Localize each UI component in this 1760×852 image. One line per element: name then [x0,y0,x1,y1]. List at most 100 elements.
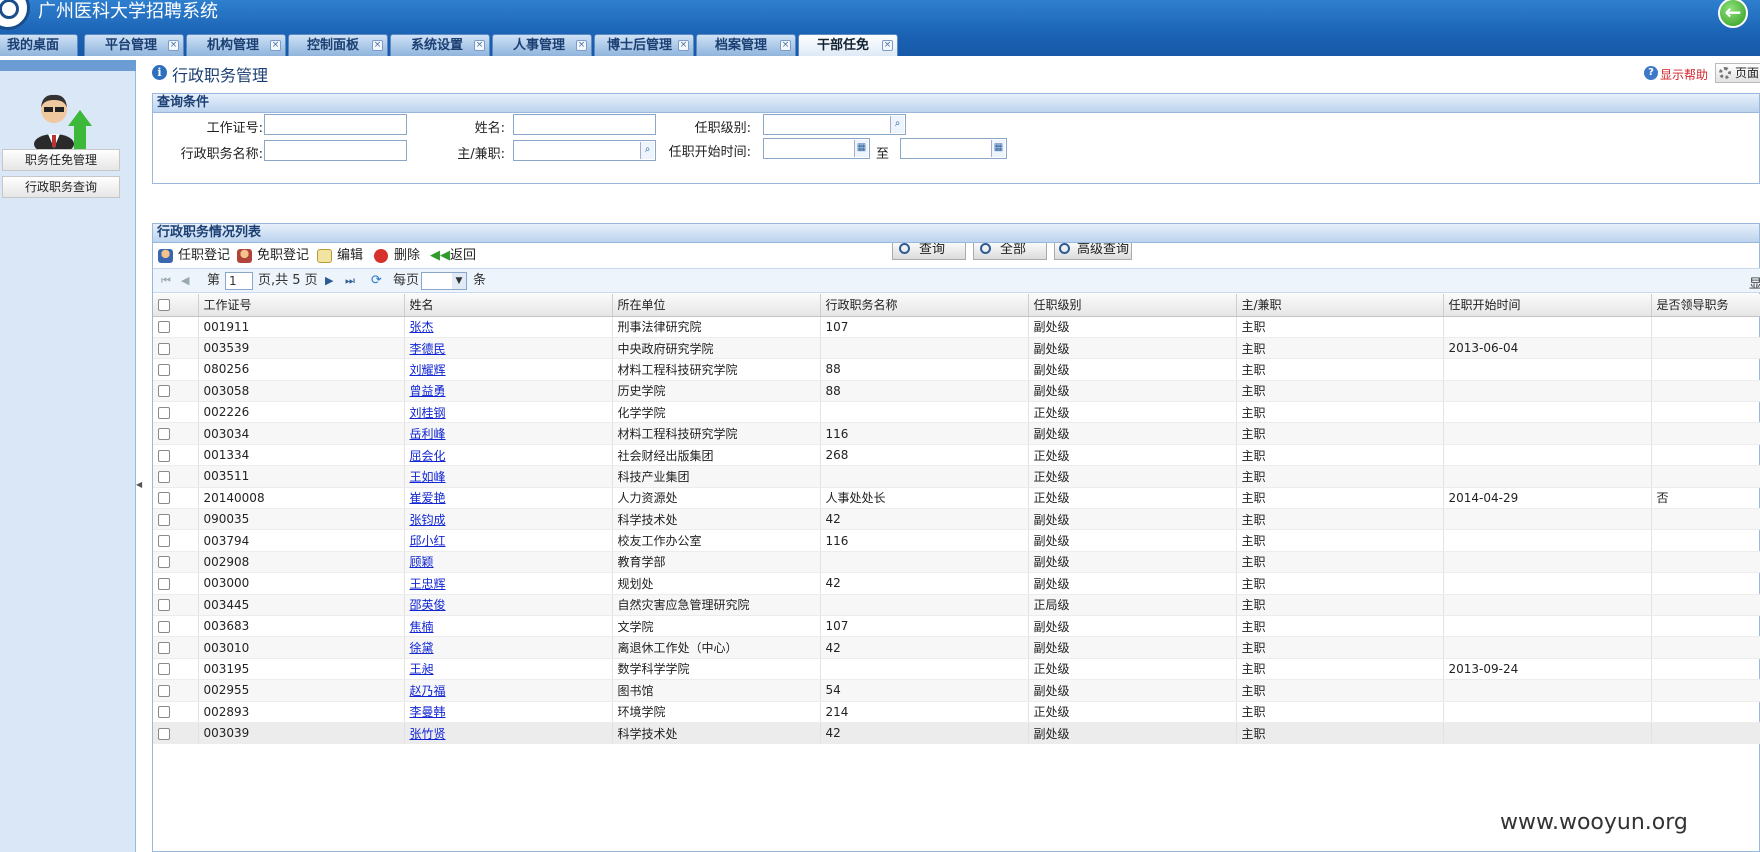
table-row[interactable]: 003794 邱小红 校友工作办公室 116 副处级 主职 [153,529,1760,552]
sidebar-item-appointment-management[interactable]: 职务任免管理 [2,149,120,171]
row-checkbox[interactable] [158,342,170,355]
table-row[interactable]: 002908 顾颖 教育学部 副处级 主职 [153,551,1760,574]
column-header[interactable]: 任职级别 [1028,294,1237,317]
start-time-to-input[interactable]: ▦ [900,138,1007,159]
tab-desktop[interactable]: 我的桌面 [0,34,78,56]
column-header[interactable]: 所在单位 [612,294,821,317]
table-row[interactable]: 003034 岳利峰 材料工程科技研究学院 116 副处级 主职 [153,422,1760,445]
page-number-input[interactable]: 1 [225,272,253,290]
row-checkbox[interactable] [158,663,170,676]
table-row[interactable]: 001911 张杰 刑事法律研究院 107 副处级 主职 [153,316,1760,338]
person-name-link[interactable]: 王如峰 [410,470,446,484]
column-header[interactable]: 行政职务名称 [820,294,1029,317]
table-row[interactable]: 003039 张竹贤 科学技术处 42 副处级 主职 [153,722,1760,745]
delete-button[interactable]: 删除 [374,247,420,265]
table-row[interactable]: 002893 李曼韩 环境学院 214 正处级 主职 [153,701,1760,723]
table-row[interactable]: 002226 刘桂钢 化学学院 正处级 主职 [153,401,1760,424]
show-help-link[interactable]: 显示帮助 [1660,66,1708,83]
row-checkbox[interactable] [158,406,170,419]
appoint-register-button[interactable]: 任职登记 [158,247,230,265]
tab-control-panel[interactable]: 控制面板 × [288,34,388,56]
row-checkbox[interactable] [158,492,170,505]
tab-platform[interactable]: 平台管理 × [84,34,184,56]
row-checkbox[interactable] [158,449,170,462]
person-name-link[interactable]: 岳利峰 [410,427,446,441]
column-header[interactable]: 姓名 [404,294,613,317]
person-name-link[interactable]: 顾颖 [410,555,434,569]
table-row[interactable]: 20140008 崔爱艳 人力资源处 人事处处长 正处级 主职 2014-04-29 否 [153,487,1760,510]
table-row[interactable]: 002955 赵乃福 图书馆 54 副处级 主职 [153,679,1760,702]
table-row[interactable]: 090035 张钧成 科学技术处 42 副处级 主职 [153,508,1760,531]
row-checkbox[interactable] [158,556,170,569]
table-row[interactable]: 003195 王昶 数学科学学院 正处级 主职 2013-09-24 [153,658,1760,681]
person-name-link[interactable]: 王忠辉 [410,577,446,591]
page-size-select[interactable]: ▼ [421,272,467,290]
close-icon[interactable]: × [474,40,485,51]
row-checkbox[interactable] [158,642,170,655]
person-name-link[interactable]: 刘桂钢 [410,406,446,420]
close-icon[interactable]: × [372,40,383,51]
dismiss-register-button[interactable]: 免职登记 [237,247,309,265]
close-icon[interactable]: × [678,40,689,51]
back-arrow-icon[interactable]: ← [1718,0,1748,28]
main-part-input[interactable]: ⌕ [513,140,656,161]
row-checkbox[interactable] [158,620,170,633]
person-name-link[interactable]: 屈会化 [410,449,446,463]
calendar-icon[interactable]: ▦ [991,140,1005,157]
column-header[interactable]: 是否领导职务 [1651,294,1760,317]
sidebar-item-post-query[interactable]: 行政职务查询 [2,176,120,198]
person-name-link[interactable]: 焦楠 [410,620,434,634]
person-name-link[interactable]: 刘耀辉 [410,363,446,377]
close-icon[interactable]: × [882,40,893,51]
table-row[interactable]: 003511 王如峰 科技产业集团 正处级 主职 [153,465,1760,488]
refresh-icon[interactable]: ⟳ [371,274,383,287]
row-checkbox[interactable] [158,321,170,334]
column-header[interactable]: 主/兼职 [1236,294,1444,317]
column-header[interactable]: 任职开始时间 [1443,294,1652,317]
column-header[interactable]: 工作证号 [198,294,405,317]
page-settings-button[interactable]: 页面 [1715,63,1760,83]
return-button[interactable]: ◀◀ 返回 [430,247,476,265]
table-row[interactable]: 001334 屈会化 社会财经出版集团 268 正处级 主职 [153,444,1760,467]
person-name-link[interactable]: 邵英俊 [410,598,446,612]
close-icon[interactable]: × [270,40,281,51]
start-time-from-input[interactable]: ▦ [763,138,870,159]
row-checkbox[interactable] [158,706,170,719]
table-row[interactable]: 003539 李德民 中央政府研究学院 副处级 主职 2013-06-04 [153,337,1760,360]
table-row[interactable]: 003058 曾益勇 历史学院 88 副处级 主职 [153,380,1760,403]
person-name-link[interactable]: 张杰 [410,320,434,334]
row-checkbox[interactable] [158,428,170,441]
person-name-link[interactable]: 曾益勇 [410,384,446,398]
table-row[interactable]: 080256 刘耀辉 材料工程科技研究学院 88 副处级 主职 [153,358,1760,381]
rank-input[interactable]: ⌕ [763,114,906,135]
person-name-link[interactable]: 张钧成 [410,513,446,527]
table-row[interactable]: 003000 王忠辉 规划处 42 副处级 主职 [153,572,1760,595]
post-name-input[interactable] [264,140,407,161]
tab-org[interactable]: 机构管理 × [186,34,286,56]
row-checkbox[interactable] [158,363,170,376]
row-checkbox[interactable] [158,577,170,590]
name-input[interactable] [513,114,656,135]
row-checkbox[interactable] [158,727,170,740]
person-name-link[interactable]: 李德民 [410,342,446,356]
row-checkbox[interactable] [158,385,170,398]
select-all-checkbox[interactable] [158,299,170,312]
row-checkbox[interactable] [158,535,170,548]
search-icon[interactable]: ⌕ [890,116,904,133]
person-name-link[interactable]: 李曼韩 [410,705,446,719]
close-icon[interactable]: × [780,40,791,51]
first-page-icon[interactable]: ⏮ [161,275,173,287]
person-name-link[interactable]: 徐黛 [410,641,434,655]
person-name-link[interactable]: 崔爱艳 [410,491,446,505]
edit-button[interactable]: 编辑 [317,247,363,265]
close-icon[interactable]: × [576,40,587,51]
row-checkbox[interactable] [158,684,170,697]
help-icon[interactable]: ? [1644,66,1658,80]
person-name-link[interactable]: 王昶 [410,662,434,676]
table-row[interactable]: 003445 邵英俊 自然灾害应急管理研究院 正局级 主职 [153,594,1760,616]
prev-page-icon[interactable]: ◀ [181,275,193,287]
row-checkbox[interactable] [158,513,170,526]
next-page-icon[interactable]: ▶ [325,275,337,287]
tab-archives[interactable]: 档案管理 × [696,34,796,56]
table-row[interactable]: 003683 焦楠 文学院 107 副处级 主职 [153,615,1760,638]
